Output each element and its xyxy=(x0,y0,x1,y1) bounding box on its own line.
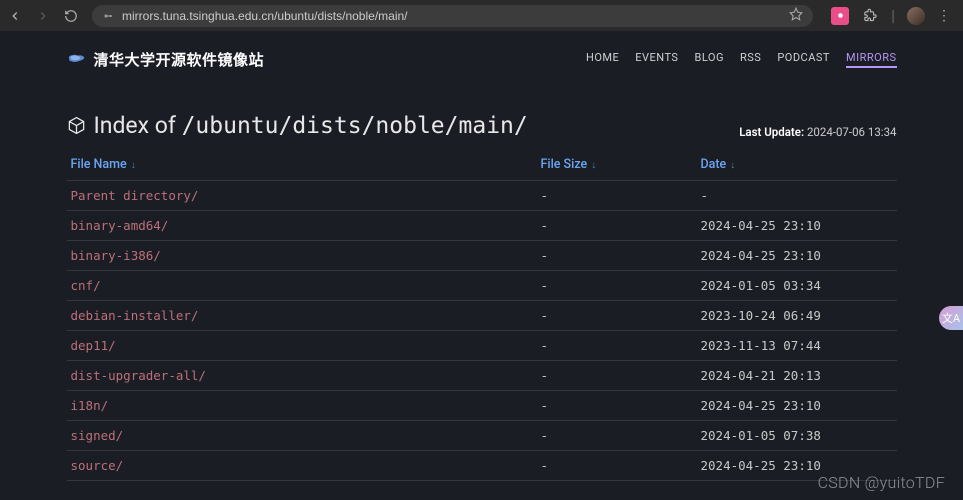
file-size: - xyxy=(537,331,697,361)
site-title: 清华大学开源软件镜像站 xyxy=(94,49,265,70)
file-date: 2024-04-25 23:10 xyxy=(697,211,897,241)
profile-avatar[interactable] xyxy=(907,7,925,25)
file-date: 2024-01-05 03:34 xyxy=(697,271,897,301)
extensions-puzzle-icon[interactable] xyxy=(861,7,879,25)
file-size: - xyxy=(537,241,697,271)
file-link[interactable]: binary-amd64/ xyxy=(71,218,169,233)
file-size: - xyxy=(537,301,697,331)
file-size: - xyxy=(537,271,697,301)
table-row: source/-2024-04-25 23:10 xyxy=(67,451,897,481)
forward-icon[interactable] xyxy=(36,9,50,23)
nav-home[interactable]: HOME xyxy=(586,51,619,68)
site-brand[interactable]: 清华大学开源软件镜像站 xyxy=(67,49,265,70)
browser-menu-icon[interactable]: ⋮ xyxy=(937,8,951,24)
file-link[interactable]: dist-upgrader-all/ xyxy=(71,368,206,383)
nav-blog[interactable]: BLOG xyxy=(694,51,724,68)
file-link[interactable]: signed/ xyxy=(71,428,124,443)
file-date: 2023-10-24 06:49 xyxy=(697,301,897,331)
file-date: 2024-01-05 07:38 xyxy=(697,421,897,451)
reload-icon[interactable] xyxy=(64,9,78,23)
table-row: dep11/ -2023-11-13 07:44 xyxy=(67,331,897,361)
file-listing-table: File Name↓ File Size↓ Date↓ Parent direc… xyxy=(67,151,897,481)
file-link[interactable]: Parent directory/ xyxy=(71,188,199,203)
file-date: - xyxy=(697,181,897,211)
table-row: binary-i386/ -2024-04-25 23:10 xyxy=(67,241,897,271)
file-date: 2024-04-25 23:10 xyxy=(697,391,897,421)
main-nav: HOME EVENTS BLOG RSS PODCAST MIRRORS xyxy=(586,51,897,68)
file-link[interactable]: source/ xyxy=(71,458,124,473)
browser-toolbar: | ⋮ xyxy=(0,0,963,31)
bookmark-star-icon[interactable] xyxy=(789,7,803,24)
page-title: Index of /ubuntu/dists/noble/main/ xyxy=(67,112,528,139)
file-link[interactable]: dep11/ xyxy=(71,338,116,353)
translate-float-button[interactable]: 文A xyxy=(939,306,963,330)
file-date: 2023-11-13 07:44 xyxy=(697,331,897,361)
nav-podcast[interactable]: PODCAST xyxy=(777,51,830,68)
address-bar[interactable] xyxy=(92,5,813,27)
file-size: - xyxy=(537,211,697,241)
file-size: - xyxy=(537,361,697,391)
back-icon[interactable] xyxy=(8,9,22,23)
file-date: 2024-04-25 23:10 xyxy=(697,241,897,271)
file-link[interactable]: cnf/ xyxy=(71,278,101,293)
nav-rss[interactable]: RSS xyxy=(740,51,761,68)
site-info-icon[interactable] xyxy=(102,10,114,22)
file-size: - xyxy=(537,391,697,421)
nav-mirrors[interactable]: MIRRORS xyxy=(846,51,897,68)
table-row: signed/ -2024-01-05 07:38 xyxy=(67,421,897,451)
nav-events[interactable]: EVENTS xyxy=(635,51,678,68)
table-row: Parent directory/ -- xyxy=(67,181,897,211)
page-content: 清华大学开源软件镜像站 HOME EVENTS BLOG RSS PODCAST… xyxy=(0,31,963,500)
last-update: Last Update: 2024-07-06 13:34 xyxy=(739,125,896,139)
table-row: debian-installer/ -2023-10-24 06:49 xyxy=(67,301,897,331)
col-size[interactable]: File Size↓ xyxy=(537,151,697,181)
box-icon xyxy=(67,116,86,135)
file-size: - xyxy=(537,451,697,481)
file-size: - xyxy=(537,181,697,211)
col-date[interactable]: Date↓ xyxy=(697,151,897,181)
file-date: 2024-04-21 20:13 xyxy=(697,361,897,391)
url-input[interactable] xyxy=(122,9,781,23)
table-row: binary-amd64/ -2024-04-25 23:10 xyxy=(67,211,897,241)
watermark: CSDN @yuitoTDF xyxy=(818,473,945,492)
col-name[interactable]: File Name↓ xyxy=(67,151,537,181)
table-row: dist-upgrader-all/ -2024-04-21 20:13 xyxy=(67,361,897,391)
table-row: cnf/ -2024-01-05 03:34 xyxy=(67,271,897,301)
file-link[interactable]: i18n/ xyxy=(71,398,109,413)
extension-icon[interactable] xyxy=(831,7,849,25)
file-link[interactable]: debian-installer/ xyxy=(71,308,199,323)
file-size: - xyxy=(537,421,697,451)
tuna-logo-icon xyxy=(67,50,86,69)
file-link[interactable]: binary-i386/ xyxy=(71,248,161,263)
table-row: i18n/ -2024-04-25 23:10 xyxy=(67,391,897,421)
